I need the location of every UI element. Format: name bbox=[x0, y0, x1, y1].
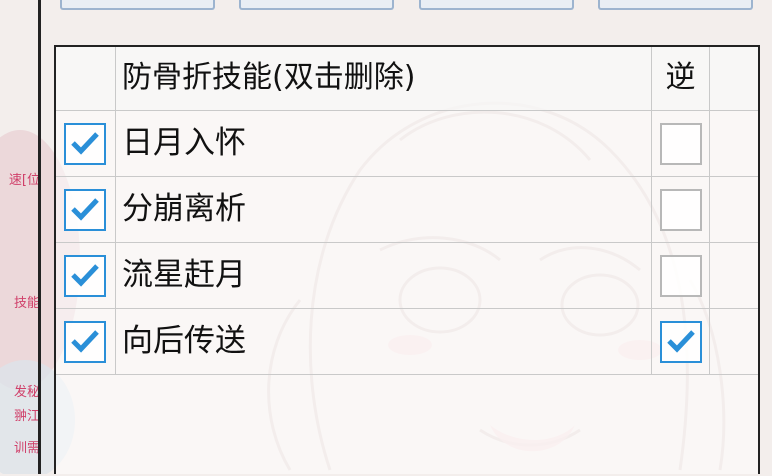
reverse-checkbox[interactable] bbox=[660, 123, 702, 165]
top-button-row bbox=[58, 0, 772, 14]
checkmark-icon bbox=[71, 132, 99, 155]
row-reverse-cell[interactable] bbox=[652, 309, 710, 375]
strip-text: 训需 bbox=[13, 441, 38, 456]
top-button-2[interactable] bbox=[239, 0, 394, 10]
skill-table: 防骨折技能(双击删除) 逆 日月入怀 分崩离析 流星赶月 向后传送 bbox=[54, 45, 760, 474]
top-button-4[interactable] bbox=[598, 0, 753, 10]
header-checkbox-cell bbox=[56, 47, 116, 111]
empty-table-area[interactable] bbox=[56, 375, 758, 476]
row-reverse-cell[interactable] bbox=[652, 111, 710, 177]
reverse-checkbox[interactable] bbox=[660, 321, 702, 363]
header-spacer bbox=[710, 47, 758, 111]
strip-text: 速[位 bbox=[8, 173, 38, 188]
row-spacer bbox=[710, 111, 758, 177]
strip-text: 发秘 bbox=[13, 385, 38, 400]
checkmark-icon bbox=[71, 264, 99, 287]
reverse-checkbox[interactable] bbox=[660, 189, 702, 231]
reverse-checkbox[interactable] bbox=[660, 255, 702, 297]
enable-checkbox[interactable] bbox=[64, 321, 106, 363]
strip-text: 翀江 bbox=[13, 409, 38, 424]
enable-checkbox[interactable] bbox=[64, 189, 106, 231]
row-enable-cell[interactable] bbox=[56, 177, 116, 243]
left-background-panel: 速[位 技能 发秘 翀江 训需 bbox=[0, 0, 38, 474]
row-spacer bbox=[710, 177, 758, 243]
row-reverse-cell[interactable] bbox=[652, 243, 710, 309]
strip-text: 技能 bbox=[13, 296, 38, 311]
skill-name[interactable]: 流星赶月 bbox=[116, 243, 652, 309]
header-skill-column[interactable]: 防骨折技能(双击删除) bbox=[116, 47, 652, 111]
row-enable-cell[interactable] bbox=[56, 243, 116, 309]
row-enable-cell[interactable] bbox=[56, 309, 116, 375]
skill-name[interactable]: 向后传送 bbox=[116, 309, 652, 375]
top-button-3[interactable] bbox=[419, 0, 574, 10]
checkmark-icon bbox=[667, 330, 695, 353]
row-reverse-cell[interactable] bbox=[652, 177, 710, 243]
skill-name[interactable]: 分崩离析 bbox=[116, 177, 652, 243]
row-spacer bbox=[710, 309, 758, 375]
checkmark-icon bbox=[71, 198, 99, 221]
row-spacer bbox=[710, 243, 758, 309]
header-reverse-column[interactable]: 逆 bbox=[652, 47, 710, 111]
enable-checkbox[interactable] bbox=[64, 255, 106, 297]
row-enable-cell[interactable] bbox=[56, 111, 116, 177]
skill-name[interactable]: 日月入怀 bbox=[116, 111, 652, 177]
checkmark-icon bbox=[71, 330, 99, 353]
top-button-1[interactable] bbox=[60, 0, 215, 10]
enable-checkbox[interactable] bbox=[64, 123, 106, 165]
